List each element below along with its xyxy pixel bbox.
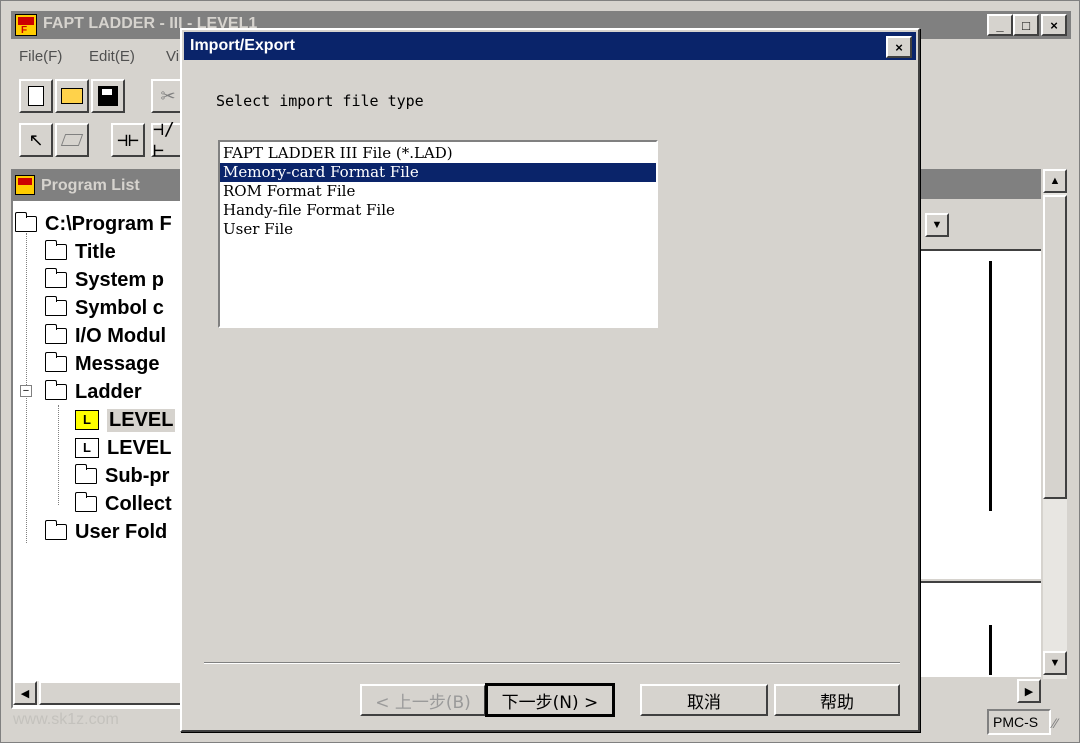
menu-view[interactable]: Vi: [166, 48, 179, 65]
tree-item-collective[interactable]: Collect: [74, 491, 172, 517]
maximize-button[interactable]: □: [1013, 14, 1039, 36]
file-type-option[interactable]: Handy-file Format File: [220, 201, 656, 220]
select-arrow-icon[interactable]: ↖: [19, 123, 53, 157]
import-export-dialog: Import/Export × Select import file type …: [180, 28, 920, 732]
open-folder-icon[interactable]: [55, 79, 89, 113]
folder-icon: [44, 240, 67, 260]
file-type-listbox[interactable]: FAPT LADDER III File (*.LAD) Memory-card…: [218, 140, 658, 328]
dialog-separator: [204, 662, 900, 664]
tree-item-io-module[interactable]: I/O Modul: [44, 323, 166, 349]
cancel-button[interactable]: 取消: [640, 684, 768, 716]
status-watermark: www.sk1z.com: [13, 711, 119, 728]
tree-item-message[interactable]: Message: [44, 351, 160, 377]
tree-item-system-parameter[interactable]: System p: [44, 267, 164, 293]
ladder-canvas[interactable]: [901, 249, 1041, 579]
tree-item-title[interactable]: Title: [44, 239, 116, 265]
folder-icon: [44, 352, 67, 372]
vscroll-thumb[interactable]: [1043, 195, 1067, 499]
ladder-rail-right: [989, 261, 992, 511]
ladder-canvas-lower[interactable]: [901, 581, 1041, 677]
folder-icon: [74, 464, 97, 484]
next-button[interactable]: 下一步(N) >: [485, 683, 615, 717]
app-logo-icon: F: [15, 14, 37, 36]
tree-root[interactable]: C:\Program F: [14, 211, 172, 237]
ladder-level-icon: L: [75, 438, 99, 458]
folder-icon: [44, 380, 67, 400]
contact-no-icon[interactable]: ⊣⊢: [111, 123, 145, 157]
resize-grip-icon[interactable]: ⁄⁄: [1053, 715, 1069, 733]
ladder-editor-title-bar: [901, 169, 1041, 199]
file-type-option[interactable]: User File: [220, 220, 656, 239]
tree-expander-icon[interactable]: −: [20, 385, 32, 397]
file-type-option[interactable]: ROM Format File: [220, 182, 656, 201]
scroll-up-arrow-icon[interactable]: ▲: [1043, 169, 1067, 193]
status-panel-pmc: PMC-S: [987, 709, 1051, 735]
dialog-close-button[interactable]: ×: [886, 36, 912, 58]
tree-item-level1[interactable]: L LEVEL: [75, 407, 176, 433]
ladder-vscrollbar[interactable]: ▲ ▼: [1043, 169, 1067, 679]
save-disk-icon[interactable]: [91, 79, 125, 113]
tree-item-symbol-comment[interactable]: Symbol c: [44, 295, 164, 321]
tree-item-sub-program[interactable]: Sub-pr: [74, 463, 169, 489]
program-list-title: Program List: [41, 177, 140, 194]
toolbar-file: ✂: [15, 79, 185, 115]
ladder-dropdown-arrow-icon[interactable]: ▼: [925, 213, 949, 237]
help-button[interactable]: 帮助: [774, 684, 900, 716]
program-list-logo-icon: [15, 175, 35, 195]
scroll-thumb[interactable]: [39, 681, 189, 705]
folder-icon: [44, 324, 67, 344]
file-type-option[interactable]: FAPT LADDER III File (*.LAD): [220, 144, 656, 163]
ladder-rail-lower: [989, 625, 992, 675]
close-button[interactable]: ×: [1041, 14, 1067, 36]
dialog-title: Import/Export: [190, 37, 295, 54]
toolbar-ladder: ↖ ⊣⊢ ⊣/⊢: [15, 119, 185, 161]
folder-icon: [44, 296, 67, 316]
menu-edit[interactable]: Edit(E): [89, 48, 135, 65]
scroll-down-arrow-icon[interactable]: ▼: [1043, 651, 1067, 675]
ladder-level-icon: L: [75, 410, 99, 430]
folder-icon: [14, 212, 37, 232]
tree-item-level2[interactable]: L LEVEL: [75, 435, 171, 461]
folder-icon: [44, 268, 67, 288]
folder-icon: [74, 492, 97, 512]
ladder-editor-area: ▼ ▲ ▼ ▶: [901, 169, 1071, 709]
minimize-button[interactable]: _: [987, 14, 1013, 36]
tree-item-user-folder[interactable]: User Fold: [44, 519, 167, 545]
back-button[interactable]: < 上一步(B): [360, 684, 486, 716]
import-prompt: Select import file type: [216, 92, 424, 110]
file-type-option-selected[interactable]: Memory-card Format File: [220, 163, 656, 182]
scroll-left-arrow-icon[interactable]: ◀: [13, 681, 37, 705]
tree-item-ladder[interactable]: Ladder: [44, 379, 142, 405]
dialog-title-bar[interactable]: Import/Export ×: [184, 32, 916, 60]
new-file-icon[interactable]: [19, 79, 53, 113]
eraser-icon[interactable]: [55, 123, 89, 157]
scroll-right-arrow-icon[interactable]: ▶: [1017, 679, 1041, 703]
menu-file[interactable]: File(F): [19, 48, 62, 65]
folder-icon: [44, 520, 67, 540]
